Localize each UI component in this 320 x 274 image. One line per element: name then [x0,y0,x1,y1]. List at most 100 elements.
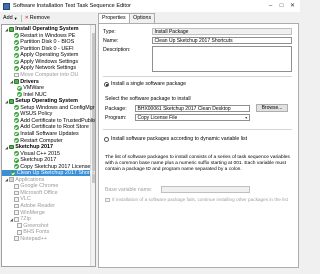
package-field[interactable]: BHX00061 Sketchup 2017 Clean Desktop [135,104,250,112]
tree-item[interactable]: VMWare [2,85,44,91]
collapse-icon[interactable]: ◢ [10,79,13,84]
tree-item[interactable]: Greenshot [2,223,48,229]
chevron-down-icon: ▼ [13,15,18,21]
success-check-icon [13,125,19,130]
program-select[interactable]: Copy License File ▼ [135,113,250,121]
success-check-icon [13,52,19,58]
tree-item[interactable]: ◢ Sketchup 2017 [2,144,53,150]
collapse-icon[interactable]: ◢ [5,145,8,150]
description-label: Description: [103,46,131,53]
tree-item[interactable]: Partition Disk 0 - UEFI [2,46,74,52]
tree-item[interactable]: Move Computer into OU [2,72,78,78]
add-menu-button[interactable]: Add ▼ [3,15,18,21]
tree-item[interactable]: Sketchup 2017 [2,157,56,163]
divider [103,128,292,130]
collapse-icon[interactable]: ◢ [5,177,8,182]
tree-item-selected[interactable]: Clean Up Sketchup 2017 Shortcuts [2,170,95,177]
close-icon[interactable]: ✕ [287,1,298,11]
remove-x-icon: ✕ [24,15,29,21]
tree-item[interactable]: Google Chrome [2,183,58,189]
tree-item[interactable]: Adobe Reader [2,203,55,209]
tree-item[interactable]: Setup Windows and ConfigMgr [2,105,95,111]
select-package-label: Select the software package to install [105,95,191,102]
tree-item-label: VLC [20,196,31,203]
tree-item[interactable]: Apply Operating System [2,52,78,58]
tree-item-label: Sketchup 2017 [20,157,57,164]
tree-item[interactable]: ◢ Setup Operating System [2,98,78,104]
success-check-icon [13,131,19,137]
name-field[interactable]: Clean Up Sketchup 2017 Shortcuts [152,36,292,44]
success-check-icon [13,164,19,170]
success-check-icon [16,85,22,91]
tree-item-label: Applications [15,176,45,183]
tree-item-label: Setup Operating System [15,98,78,105]
tree-item[interactable]: Intel NUC [2,92,47,98]
tree-item-label: Adobe Reader [20,203,56,210]
tree-item-label: WinMerge [20,209,45,216]
tree-item[interactable]: WSUS Policy [2,111,52,117]
tree-item-label: Notepad++ [20,235,47,242]
tree-item-label: 7Zip [20,216,31,223]
single-package-radio[interactable] [104,81,109,87]
tree-item[interactable]: Add Certificate to TrustedPublisher [2,118,95,124]
browse-button[interactable]: Browse... [256,104,288,112]
group-folder-icon [8,98,14,104]
tree-item[interactable]: Restart in Windows PE [2,33,75,39]
success-check-icon [13,157,19,163]
window-title: Software Installation Test Task Sequence… [13,3,131,9]
minimize-icon[interactable]: – [265,1,276,11]
tree-item[interactable]: Visual C++ 2015 [2,150,61,157]
tree-item[interactable]: Restart Computer [2,137,63,144]
tree-item[interactable]: Apply Network Settings [2,65,76,71]
package-label: Package: [105,105,127,112]
tree-item-label: Move Computer into OU [20,72,79,79]
tree-item[interactable]: Add Certificate to Root Store [2,124,89,130]
tree-item[interactable]: Partition Disk 0 - BIOS [2,39,74,45]
tree-item-label: Google Chrome [20,183,59,190]
tab-options[interactable]: Options [129,13,156,23]
tree-item-label: Install Operating System [15,26,79,33]
maximize-icon[interactable]: □ [276,1,287,11]
properties-panel: Type: Install Package Name: Clean Up Ske… [98,22,299,268]
single-package-label: Install a single software package [111,81,186,87]
title-bar: Software Installation Test Task Sequence… [0,0,300,12]
tree-item[interactable]: VLC [2,196,31,202]
tree-scrollbar[interactable] [90,25,95,266]
name-label: Name: [103,37,119,44]
tree-item[interactable]: ◢ Drivers [2,78,39,85]
task-sequence-tree[interactable]: ◢ Install Operating System Restart in Wind… [1,24,96,267]
tree-item[interactable]: Apply Windows Settings [2,59,78,65]
tree-item[interactable]: Copy Sketchup 2017 License [2,164,90,170]
base-variable-field[interactable] [161,185,250,193]
success-check-icon [13,59,19,65]
success-check-icon [13,33,19,39]
dynamic-list-radio[interactable] [104,136,109,142]
tree-item[interactable]: ◢ Install Operating System [2,26,79,32]
remove-button[interactable]: ✕ Remove [25,15,50,21]
collapse-icon[interactable]: ◢ [5,27,8,32]
group-folder-icon [13,79,19,84]
continue-on-failure-checkbox[interactable] [105,197,110,203]
base-variable-label: Base variable name: [105,186,153,193]
tree-item[interactable]: Microsoft Office [2,190,58,196]
chevron-down-icon: ▼ [244,115,248,120]
tree-item[interactable]: BHS Fonts [2,229,49,235]
tree-item-label: Partition Disk 0 - UEFI [20,45,74,52]
tree-item[interactable]: Notepad++ [2,236,47,242]
tree-item-label: Visual C++ 2015 [20,150,61,157]
tree-toolbar: Add ▼ ✕ Remove [0,13,96,23]
success-check-icon [13,46,19,52]
collapse-icon[interactable]: ◢ [10,217,13,222]
description-field[interactable] [152,45,292,72]
success-check-icon [13,118,19,124]
tree-item-label: Intel NUC [23,91,47,98]
collapse-icon[interactable]: ◢ [5,99,8,104]
disabled-step-icon [13,210,19,215]
tree-item[interactable]: ◢ Applications [2,177,44,183]
tree-item-label: Sketchup 2017 [15,144,54,151]
tree-item[interactable]: WinMerge [2,209,45,216]
toolbar-divider [20,14,22,22]
tree-item[interactable]: Install Software Updates [2,131,79,137]
tree-item[interactable]: ◢ 7Zip [2,216,31,222]
disabled-step-icon [16,223,22,229]
